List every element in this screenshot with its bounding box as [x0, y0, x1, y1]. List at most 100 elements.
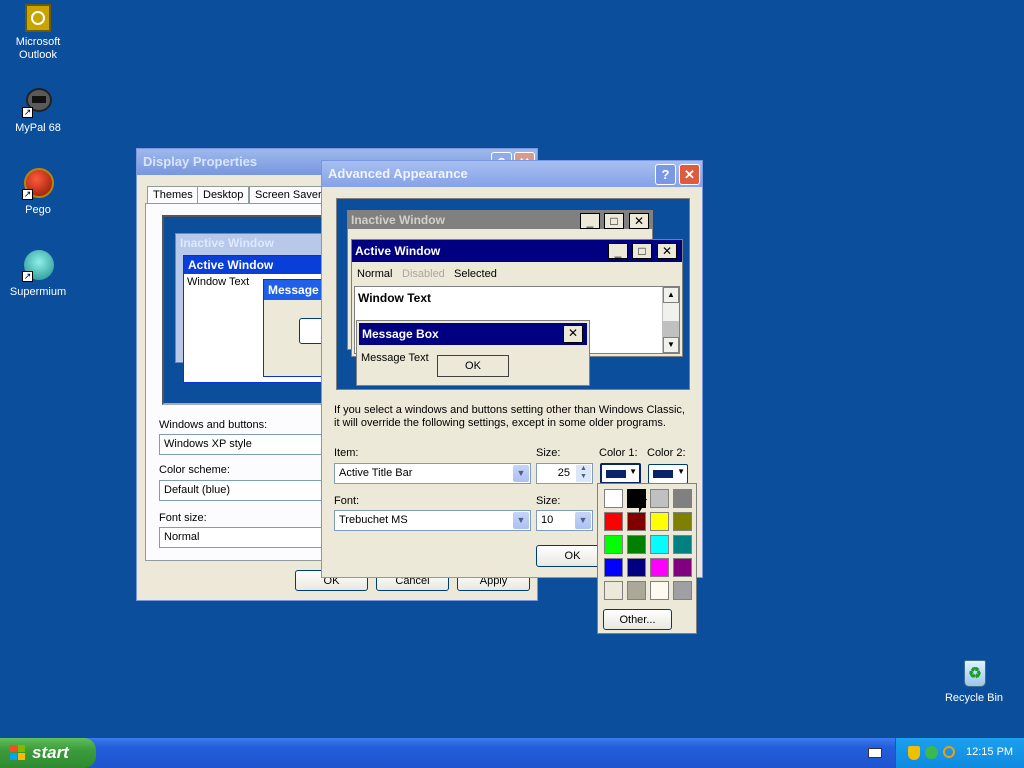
tab-themes[interactable]: Themes	[147, 186, 199, 204]
color-scheme-select[interactable]: Default (blue)	[159, 480, 329, 501]
font-size-select[interactable]: 10 ▼	[536, 510, 593, 531]
network-icon[interactable]	[925, 746, 938, 759]
desktop-icon-mypal[interactable]: ↗ MyPal 68	[0, 86, 76, 135]
desktop-icon-outlook[interactable]: Microsoft Outlook	[0, 4, 76, 62]
color-swatch[interactable]	[650, 489, 669, 508]
desktop-icon-label: MyPal 68	[15, 122, 61, 134]
color-swatch[interactable]	[673, 581, 692, 600]
preview-window-text: Window Text	[358, 291, 431, 305]
supermium-icon: ↗	[22, 250, 54, 282]
size-spinner[interactable]: 25 ▲ ▼	[536, 463, 593, 484]
info-text-line1: If you select a windows and buttons sett…	[334, 404, 685, 416]
color-swatch[interactable]	[627, 581, 646, 600]
chevron-down-icon[interactable]: ▼	[513, 465, 529, 482]
color-swatch[interactable]	[673, 489, 692, 508]
preview-inactive-title: Inactive Window	[180, 236, 274, 250]
color-swatch[interactable]	[604, 489, 623, 508]
color-scheme-label: Color scheme:	[159, 464, 230, 476]
desktop-icon-label: Recycle Bin	[944, 692, 1004, 704]
font-label: Font:	[334, 495, 360, 507]
color-swatch[interactable]	[604, 558, 623, 577]
info-text-line2: it will override the following settings,…	[334, 417, 666, 429]
close-button[interactable]: ✕	[679, 164, 700, 185]
color1-button[interactable]: ▼	[600, 463, 641, 484]
preview-msgbox-ok: OK	[437, 355, 509, 377]
font-size-value: 10	[541, 514, 554, 526]
item-value: Active Title Bar	[339, 467, 413, 479]
window-title: Display Properties	[143, 154, 258, 169]
preview-menu-normal: Normal	[357, 268, 393, 280]
search-icon[interactable]	[943, 746, 955, 758]
shield-icon[interactable]	[908, 746, 920, 760]
close-icon: ✕	[563, 325, 583, 343]
color-swatch[interactable]	[627, 558, 646, 577]
close-icon: ✕	[629, 213, 649, 229]
chevron-down-icon[interactable]: ▼	[513, 512, 529, 529]
minimize-icon: _	[608, 243, 628, 259]
preview-message-box: Message Box ✕ Message Text OK	[356, 320, 590, 386]
color-swatch[interactable]	[650, 558, 669, 577]
item-label: Item:	[334, 447, 359, 459]
preview-scrollbar: ▲ ▼	[662, 287, 679, 353]
advanced-appearance-titlebar[interactable]: Advanced Appearance	[322, 161, 702, 187]
tab-desktop[interactable]: Desktop	[197, 186, 250, 204]
color-picker-popup[interactable]: Other...	[597, 483, 697, 634]
preview-menu-disabled: Disabled	[402, 268, 445, 280]
theme-preview: Inactive Window Active Window Window Tex…	[162, 215, 343, 405]
windows-flag-icon	[10, 745, 26, 761]
raccoon-icon: ↗	[22, 86, 54, 118]
desktop-icon-label: Microsoft Outlook	[15, 36, 61, 61]
preview-active-title: Active Window	[184, 256, 342, 274]
color-swatch[interactable]	[673, 512, 692, 531]
color-swatch[interactable]	[627, 512, 646, 531]
desktop-icon-label: Pego	[25, 204, 51, 216]
font-size-label: Font size:	[159, 512, 207, 524]
color-swatch[interactable]	[604, 581, 623, 600]
help-button[interactable]: ?	[655, 164, 676, 185]
color-swatch[interactable]	[673, 558, 692, 577]
pego-icon: ↗	[22, 168, 54, 200]
color-swatch[interactable]	[650, 512, 669, 531]
preview-menu-selected: Selected	[454, 268, 497, 280]
spinner-arrows-icon[interactable]: ▲ ▼	[576, 465, 591, 482]
desktop-icon-pego[interactable]: ↗ Pego	[0, 168, 76, 217]
font-size-select[interactable]: Normal	[159, 527, 329, 548]
size-label: Size:	[536, 447, 561, 459]
preview-msgbox-title: Message Box	[359, 323, 587, 345]
maximize-icon: □	[604, 213, 624, 229]
color-swatch[interactable]	[604, 512, 623, 531]
outlook-icon	[25, 4, 51, 32]
color2-label: Color 2:	[647, 447, 686, 459]
item-select[interactable]: Active Title Bar ▼	[334, 463, 531, 484]
chevron-down-icon: ▼	[677, 467, 685, 476]
recycle-bin-icon: ♻	[958, 656, 990, 688]
start-button[interactable]: start	[0, 738, 96, 768]
chevron-down-icon[interactable]: ▼	[575, 512, 591, 529]
maximize-icon: □	[632, 243, 652, 259]
color2-swatch	[653, 470, 673, 478]
desktop-icon-supermium[interactable]: ↗ Supermium	[0, 250, 76, 299]
other-color-button[interactable]: Other...	[603, 609, 672, 630]
color2-button[interactable]: ▼	[648, 464, 688, 484]
appearance-preview: Inactive Window _ □ ✕ Active Window _ □ …	[336, 198, 690, 390]
color1-label: Color 1:	[599, 447, 638, 459]
system-tray: 12:15 PM	[895, 738, 1024, 768]
font-select[interactable]: Trebuchet MS ▼	[334, 510, 531, 531]
color-swatch[interactable]	[650, 581, 669, 600]
tab-screen-saver[interactable]: Screen Saver	[249, 186, 328, 204]
desktop-icon-recycle-bin[interactable]: ♻ Recycle Bin	[936, 656, 1012, 705]
color-swatch[interactable]	[673, 535, 692, 554]
taskbar: start 12:15 PM	[0, 738, 1024, 768]
chevron-down-icon: ▼	[629, 467, 637, 476]
windows-buttons-select[interactable]: Windows XP style	[159, 434, 329, 455]
font-size-label: Size:	[536, 495, 561, 507]
color-swatch[interactable]	[604, 535, 623, 554]
keyboard-icon[interactable]	[868, 748, 882, 758]
shortcut-arrow-icon: ↗	[22, 107, 33, 118]
shortcut-arrow-icon: ↗	[22, 189, 33, 200]
shortcut-arrow-icon: ↗	[22, 271, 33, 282]
color-swatch[interactable]	[650, 535, 669, 554]
clock: 12:15 PM	[966, 746, 1014, 758]
preview-msgbox-text: Message Text	[361, 352, 429, 364]
color-swatch[interactable]	[627, 535, 646, 554]
